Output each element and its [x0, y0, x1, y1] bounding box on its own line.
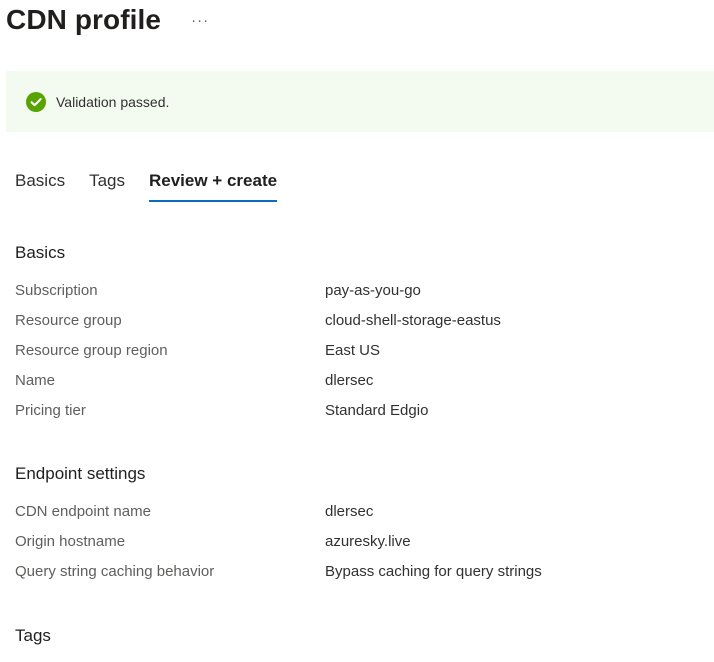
- row-value: dlersec: [325, 503, 374, 520]
- row-value: Bypass caching for query strings: [325, 563, 542, 580]
- row-value: East US: [325, 342, 381, 359]
- row-label: Pricing tier: [15, 402, 86, 419]
- validation-message: Validation passed.: [56, 93, 170, 110]
- summary-row-resource-group: Resource group cloud-shell-storage-eastu…: [15, 306, 705, 336]
- section-title-tags: Tags: [15, 626, 51, 645]
- row-label: CDN endpoint name: [15, 503, 151, 520]
- summary-row-pricing-tier: Pricing tier Standard Edgio: [15, 396, 705, 426]
- summary-row-subscription: Subscription pay-as-you-go: [15, 276, 705, 306]
- row-label: Query string caching behavior: [15, 563, 215, 580]
- row-label: Subscription: [15, 282, 98, 299]
- row-value: pay-as-you-go: [325, 282, 421, 299]
- row-value: Standard Edgio: [325, 402, 429, 419]
- page-title: CDN profile: [6, 4, 162, 35]
- tab-bar: Basics Tags Review + create: [15, 166, 301, 202]
- tab-basics[interactable]: Basics: [15, 166, 65, 202]
- summary-row-query-string-caching: Query string caching behavior Bypass cac…: [15, 557, 705, 587]
- summary-row-cdn-endpoint-name: CDN endpoint name dlersec: [15, 497, 705, 527]
- tab-review-create[interactable]: Review + create: [149, 166, 278, 202]
- summary-row-resource-group-region: Resource group region East US: [15, 336, 705, 366]
- section-title-endpoint-settings: Endpoint settings: [15, 464, 146, 483]
- tab-tags[interactable]: Tags: [89, 166, 125, 202]
- check-circle-icon: [26, 91, 46, 112]
- section-title-basics: Basics: [15, 243, 66, 262]
- row-label: Origin hostname: [15, 533, 126, 550]
- more-options-button[interactable]: ···: [191, 11, 209, 31]
- row-value: dlersec: [325, 372, 374, 389]
- row-value: cloud-shell-storage-eastus: [325, 312, 501, 329]
- summary-row-name: Name dlersec: [15, 366, 705, 396]
- row-value: azuresky.live: [325, 533, 411, 550]
- row-label: Name: [15, 372, 56, 389]
- summary-row-origin-hostname: Origin hostname azuresky.live: [15, 527, 705, 557]
- row-label: Resource group region: [15, 342, 168, 359]
- header: CDN profile ···: [6, 0, 209, 40]
- validation-banner: Validation passed.: [6, 71, 714, 132]
- row-label: Resource group: [15, 312, 122, 329]
